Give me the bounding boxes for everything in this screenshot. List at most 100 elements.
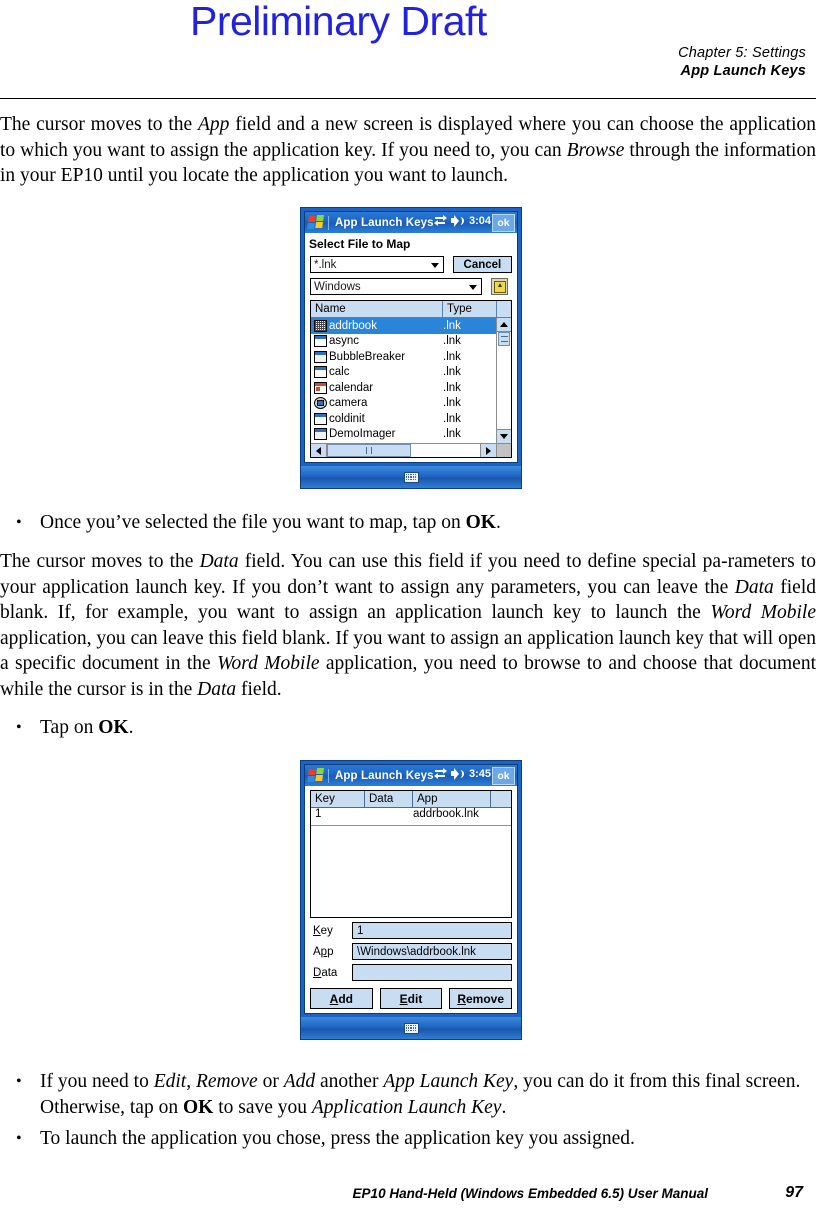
bullet-marker: • (16, 1130, 22, 1147)
scroll-up-button[interactable] (497, 318, 511, 332)
folder-value: Windows (314, 280, 361, 293)
file-type-cell: .lnk (443, 319, 461, 332)
file-list[interactable]: Name Type addrbook .lnk async .lnk BubbleBre… (310, 300, 512, 458)
titlebar-separator (328, 215, 329, 230)
file-list-item[interactable]: DemoImager .lnk (311, 427, 497, 443)
file-list-item[interactable]: BubbleBreaker .lnk (311, 349, 497, 365)
header-chapter: Chapter 5: Settings (678, 45, 806, 61)
hscrollbar-thumb[interactable] (327, 444, 412, 457)
edit-button[interactable]: Edit (379, 988, 443, 1009)
column-header-data[interactable]: Data (365, 791, 413, 807)
speaker-icon[interactable] (450, 767, 465, 780)
titlebar-separator (328, 768, 329, 783)
column-header-type[interactable]: Type (443, 301, 497, 317)
field-input-data[interactable] (352, 964, 512, 981)
column-header-key[interactable]: Key (311, 791, 365, 807)
file-type-cell: .lnk (443, 335, 461, 348)
screen-body-1: *.lnk Cancel Windows Name Type addrbook … (305, 256, 517, 462)
cell-app: addrbook.lnk (413, 808, 479, 820)
footer-page-number: 97 (785, 1184, 803, 1201)
folder-row: Windows (310, 278, 512, 295)
connectivity-icon[interactable] (433, 214, 447, 227)
grid-rows: 1 addrbook.lnk (311, 808, 511, 826)
file-list-rows: addrbook .lnk async .lnk BubbleBreaker .lnk ca… (311, 318, 497, 442)
bullet-edit-remove-add: • If you need to Edit, Remove or Add ano… (16, 1071, 801, 1118)
watermark-preliminary-draft: Preliminary Draft (190, 0, 487, 44)
keyboard-icon[interactable] (403, 1022, 419, 1034)
windows-logo-icon[interactable] (307, 768, 326, 783)
cancel-button[interactable]: Cancel (452, 256, 512, 273)
titlebar-status-icons-2: 3:45 (433, 767, 491, 780)
file-type-cell: .lnk (443, 350, 461, 363)
field-row-key: Key 1 (310, 922, 512, 939)
field-input-app[interactable]: \Windows\addrbook.lnk (352, 943, 512, 960)
paragraph-data-field: The cursor moves to the Data field. You … (0, 551, 816, 700)
up-one-level-button[interactable] (491, 278, 508, 295)
field-label-data: Data (313, 966, 338, 979)
column-header-name[interactable]: Name (311, 301, 443, 317)
scroll-left-button[interactable] (311, 444, 327, 457)
device-screen-area-1: App Launch Keys 3:04 ok Select File to M… (304, 211, 518, 463)
file-name-cell: addrbook (311, 319, 443, 332)
header-section: App Launch Keys (680, 63, 806, 80)
paragraph-app-field: The cursor moves to the App field and a … (0, 114, 816, 186)
file-name-cell: BubbleBreaker (311, 350, 443, 363)
file-list-header: Name Type (311, 301, 511, 318)
file-name-label: async (329, 335, 360, 348)
file-name-label: BubbleBreaker (329, 350, 406, 363)
file-type-icon (314, 412, 327, 425)
scroll-down-button[interactable] (497, 429, 511, 443)
file-list-item[interactable]: async .lnk (311, 334, 497, 350)
bullet-marker: • (16, 514, 22, 531)
file-list-item[interactable]: calendar .lnk (311, 380, 497, 396)
file-type-icon (314, 381, 327, 394)
file-list-item[interactable]: addrbook .lnk (311, 318, 497, 334)
file-type-cell: .lnk (443, 397, 461, 410)
bullet-select-file: • Once you’ve selected the file you want… (0, 510, 816, 536)
cell-data (365, 808, 413, 825)
file-type-cell: .lnk (443, 428, 461, 441)
clock-1[interactable]: 3:04 (469, 215, 491, 227)
keyboard-icon[interactable] (403, 471, 419, 483)
vertical-scrollbar[interactable] (496, 318, 511, 443)
scroll-right-button[interactable] (480, 444, 496, 457)
action-buttons: Add Edit Remove (310, 988, 513, 1009)
file-name-cell: DemoImager (311, 428, 443, 441)
file-list-item[interactable]: coldinit .lnk (311, 411, 497, 427)
column-header-app[interactable]: App (413, 791, 491, 807)
file-list-item[interactable]: camera .lnk (311, 396, 497, 412)
connectivity-icon[interactable] (433, 767, 447, 780)
file-name-label: addrbook (329, 319, 377, 332)
device-screenshot-app-launch-keys-list: App Launch Keys 3:45 ok Key Data App 1 a… (300, 760, 522, 1040)
screen-content-2: Key Data App 1 addrbook.lnk Key 1 App \Windo… (305, 786, 517, 1013)
scrollbar-thumb[interactable] (498, 332, 510, 346)
windows-logo-icon[interactable] (307, 215, 326, 230)
folder-combo[interactable]: Windows (310, 278, 482, 295)
horizontal-scrollbar[interactable] (311, 443, 511, 457)
ok-button-1[interactable]: ok (492, 214, 515, 232)
table-row[interactable]: 1 addrbook.lnk (311, 808, 511, 826)
file-list-item[interactable]: calc .lnk (311, 365, 497, 381)
field-input-key[interactable]: 1 (352, 922, 512, 939)
hscroll-track[interactable] (327, 444, 480, 457)
file-filter-combo[interactable]: *.lnk (310, 256, 444, 273)
file-type-icon (314, 350, 327, 363)
ok-button-2[interactable]: ok (492, 767, 515, 785)
bullet-launch-text: To launch the application you chose, pre… (40, 1128, 635, 1149)
detail-fields: Key 1 App \Windows\addrbook.lnk Data (310, 922, 512, 981)
cell-key: 1 (315, 808, 322, 820)
chevron-down-icon (469, 285, 477, 290)
speaker-icon[interactable] (450, 214, 465, 227)
remove-button[interactable]: Remove (449, 988, 513, 1009)
titlebar-title-1: App Launch Keys (335, 216, 434, 229)
field-row-data: Data (310, 964, 512, 981)
grid-header: Key Data App (311, 791, 511, 808)
file-type-icon (314, 428, 327, 441)
add-button[interactable]: Add (310, 988, 373, 1009)
footer-title: EP10 Hand-Held (Windows Embedded 6.5) Us… (352, 1186, 708, 1201)
file-type-icon (314, 366, 327, 379)
titlebar-1: App Launch Keys 3:04 ok (305, 212, 517, 233)
clock-2[interactable]: 3:45 (469, 768, 491, 780)
launch-keys-grid[interactable]: Key Data App 1 addrbook.lnk (310, 790, 512, 918)
file-type-icon (314, 319, 327, 332)
